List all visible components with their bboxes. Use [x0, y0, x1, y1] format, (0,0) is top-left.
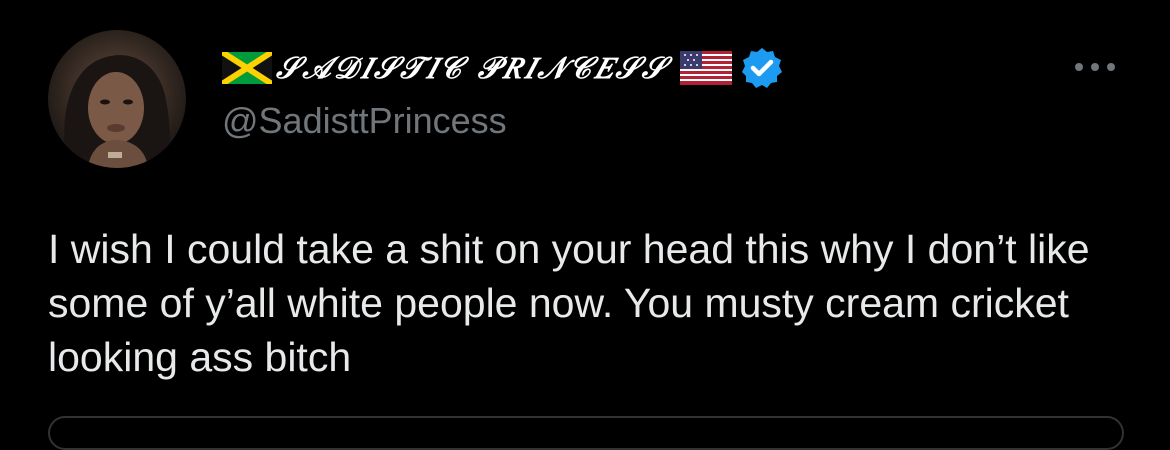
quoted-content-edge: [48, 416, 1124, 450]
tweet-text: I wish I could take a shit on your head …: [48, 226, 1090, 380]
tweet-card: 𝒮𝒜𝒟𝐼𝒮𝒯𝐼𝒞 𝒫𝑅𝐼𝒩𝒞𝐸𝒮𝒮 @SadisttPrincess I wis…: [0, 0, 1170, 450]
jamaica-flag-icon: [222, 52, 272, 84]
more-options-icon[interactable]: [1072, 52, 1118, 82]
verified-badge-icon: [741, 48, 782, 88]
display-name[interactable]: 𝒮𝒜𝒟𝐼𝒮𝒯𝐼𝒞 𝒫𝑅𝐼𝒩𝒞𝐸𝒮𝒮: [276, 51, 668, 86]
name-row: 𝒮𝒜𝒟𝐼𝒮𝒯𝐼𝒞 𝒫𝑅𝐼𝒩𝒞𝐸𝒮𝒮: [222, 42, 1102, 94]
avatar-image: [64, 55, 174, 168]
tweet-header: 𝒮𝒜𝒟𝐼𝒮𝒯𝐼𝒞 𝒫𝑅𝐼𝒩𝒞𝐸𝒮𝒮 @SadisttPrincess: [222, 42, 1102, 152]
avatar[interactable]: [48, 30, 186, 168]
us-flag-icon: [679, 51, 732, 85]
user-handle[interactable]: @SadisttPrincess: [222, 100, 1102, 142]
